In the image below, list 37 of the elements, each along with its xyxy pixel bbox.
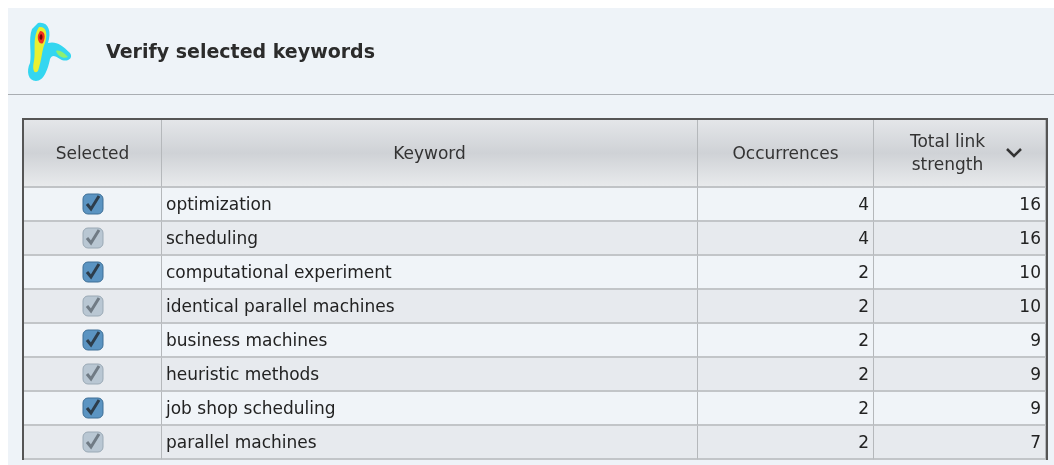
link-strength-cell: 16 bbox=[874, 222, 1046, 256]
keyword-cell: business machines bbox=[162, 324, 698, 358]
link-strength-cell: 16 bbox=[874, 188, 1046, 222]
keyword-cell: parallel machines bbox=[162, 426, 698, 460]
occurrences-cell: 4 bbox=[698, 222, 874, 256]
occurrences-cell: 2 bbox=[698, 426, 874, 460]
occurrences-cell: 2 bbox=[698, 290, 874, 324]
link-strength-cell: 10 bbox=[874, 290, 1046, 324]
keyword-cell: computational experiment bbox=[162, 256, 698, 290]
dialog-title: Verify selected keywords bbox=[106, 40, 376, 62]
checkbox[interactable] bbox=[81, 431, 104, 453]
checkbox[interactable] bbox=[81, 227, 104, 249]
column-header[interactable]: Keyword bbox=[162, 120, 698, 188]
checkbox[interactable] bbox=[81, 329, 104, 351]
occurrences-cell: 2 bbox=[698, 358, 874, 392]
keyword-cell: optimization bbox=[162, 188, 698, 222]
keyword-cell: identical parallel machines bbox=[162, 290, 698, 324]
occurrences-cell: 2 bbox=[698, 324, 874, 358]
column-header[interactable]: Selected bbox=[24, 120, 162, 188]
keyword-cell: scheduling bbox=[162, 222, 698, 256]
column-header[interactable]: Occurrences bbox=[698, 120, 874, 188]
checkbox[interactable] bbox=[81, 261, 104, 283]
keyword-cell: heuristic methods bbox=[162, 358, 698, 392]
occurrences-cell: 2 bbox=[698, 256, 874, 290]
occurrences-cell: 4 bbox=[698, 188, 874, 222]
link-strength-cell: 9 bbox=[874, 324, 1046, 358]
keyword-cell: job shop scheduling bbox=[162, 392, 698, 426]
checkbox[interactable] bbox=[81, 193, 104, 215]
checkbox[interactable] bbox=[81, 363, 104, 385]
link-strength-cell: 9 bbox=[874, 392, 1046, 426]
column-header[interactable]: Total link strength bbox=[874, 120, 1046, 188]
link-strength-cell: 9 bbox=[874, 358, 1046, 392]
link-strength-cell: 7 bbox=[874, 426, 1046, 460]
checkbox[interactable] bbox=[81, 295, 104, 317]
checkbox[interactable] bbox=[81, 397, 104, 419]
occurrences-cell: 2 bbox=[698, 392, 874, 426]
link-strength-cell: 10 bbox=[874, 256, 1046, 290]
